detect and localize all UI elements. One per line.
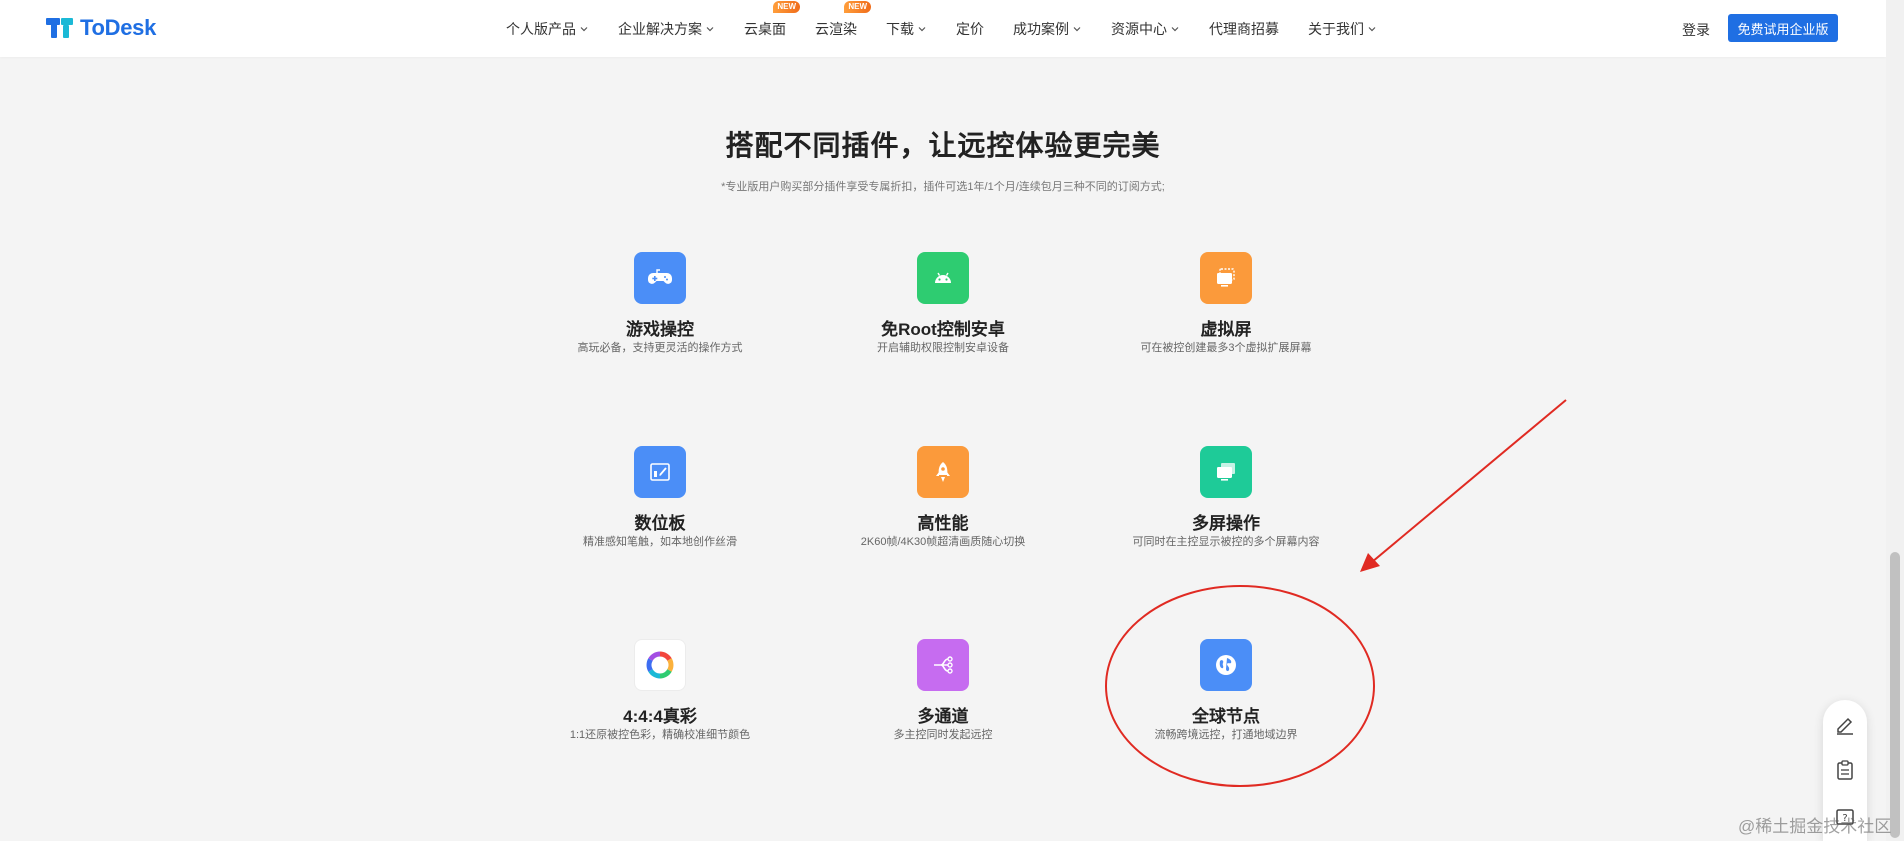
nav-label: 下载 xyxy=(886,20,914,37)
nav-label: 云渲染 xyxy=(815,20,857,37)
plugin-card-multi-screen[interactable]: 多屏操作 可同时在主控显示被控的多个屏幕内容 xyxy=(1086,446,1366,549)
nav-item-download[interactable]: 下载 xyxy=(886,19,927,39)
plugin-card-android-no-root[interactable]: 免Root控制安卓 开启辅助权限控制安卓设备 xyxy=(803,252,1083,355)
nav-label: 代理商招募 xyxy=(1209,20,1279,37)
plugin-icon-box xyxy=(917,252,969,304)
multi-screen-icon xyxy=(1217,463,1235,481)
annotation-arrow-line xyxy=(1371,399,1567,563)
new-badge: NEW xyxy=(844,0,871,13)
plugin-desc: 流畅跨境远控，打通地域边界 xyxy=(1154,729,1298,741)
nav-label: 企业解决方案 xyxy=(618,20,702,37)
plugin-title: 多通道 xyxy=(917,707,969,726)
chevron-down-icon xyxy=(706,26,714,31)
plugin-icon-box xyxy=(1200,252,1252,304)
clipboard-icon[interactable] xyxy=(1833,758,1857,782)
nav-label: 关于我们 xyxy=(1308,20,1364,37)
plugin-title: 高性能 xyxy=(917,514,969,533)
nav-item-agent-recruit[interactable]: 代理商招募 xyxy=(1209,19,1279,39)
gamepad-icon xyxy=(648,269,672,284)
color-wheel-icon xyxy=(646,651,674,679)
nav-item-cloud-render[interactable]: 云渲染 NEW xyxy=(815,0,871,39)
edit-icon[interactable] xyxy=(1833,712,1857,736)
nav-label: 云桌面 xyxy=(744,20,786,37)
page-title: 搭配不同插件，让远控体验更完美 xyxy=(725,130,1161,161)
brand-name: ToDesk xyxy=(80,15,157,40)
nav-item-personal-products[interactable]: 个人版产品 xyxy=(506,19,589,39)
rocket-icon xyxy=(936,462,950,482)
plugin-desc: 可同时在主控显示被控的多个屏幕内容 xyxy=(1132,536,1320,548)
plugin-title: 虚拟屏 xyxy=(1200,320,1252,339)
nav-label: 成功案例 xyxy=(1013,20,1069,37)
plugin-icon-box xyxy=(1200,446,1252,498)
watermark-text: @稀土掘金技术社区 xyxy=(1738,817,1892,836)
plugin-card-multi-channel[interactable]: 多通道 多主控同时发起远控 xyxy=(803,639,1083,742)
plugin-desc: 精准感知笔触，如本地创作丝滑 xyxy=(583,536,737,548)
annotation-arrow-head xyxy=(1360,553,1380,572)
plugin-title: 4:4:4真彩 xyxy=(623,707,697,726)
virtual-screen-icon xyxy=(1217,268,1235,287)
nav-item-about-us[interactable]: 关于我们 xyxy=(1308,19,1377,39)
plugin-card-true-color[interactable]: 4:4:4真彩 1:1还原被控色彩，精确校准细节颜色 xyxy=(520,639,800,742)
login-link[interactable]: 登录 xyxy=(1682,20,1710,40)
chevron-down-icon xyxy=(1073,26,1081,31)
nav-item-resource-center[interactable]: 资源中心 xyxy=(1111,19,1180,39)
plugin-desc: 多主控同时发起远控 xyxy=(893,729,993,741)
plugin-title: 免Root控制安卓 xyxy=(881,320,1005,339)
plugin-card-global-nodes[interactable]: 全球节点 流畅跨境远控，打通地域边界 xyxy=(1086,639,1366,742)
subscription-note: *专业版用户购买部分插件享受专属折扣，插件可选1年/1个月/连续包月三种不同的订… xyxy=(721,181,1165,193)
multi-channel-icon xyxy=(934,656,953,674)
plugin-card-virtual-screen[interactable]: 虚拟屏 可在被控创建最多3个虚拟扩展屏幕 xyxy=(1086,252,1366,355)
new-badge: NEW xyxy=(773,0,800,13)
plugin-title: 游戏操控 xyxy=(626,320,694,339)
nav-label: 资源中心 xyxy=(1111,20,1167,37)
top-header: ToDesk 个人版产品 企业解决方案 云桌面 NEW 云渲染 NEW 下载 定… xyxy=(0,0,1886,57)
nav-item-pricing[interactable]: 定价 xyxy=(956,19,984,39)
nav-label: 定价 xyxy=(956,20,984,37)
plugin-title: 数位板 xyxy=(634,514,686,533)
plugin-card-high-performance[interactable]: 高性能 2K60帧/4K30帧超清画质随心切换 xyxy=(803,446,1083,549)
plugin-icon-box xyxy=(917,446,969,498)
chevron-down-icon xyxy=(918,26,926,31)
chevron-down-icon xyxy=(1171,26,1179,31)
scrollbar-thumb[interactable] xyxy=(1890,552,1900,838)
plugin-title: 多屏操作 xyxy=(1192,514,1260,533)
tablet-icon xyxy=(650,463,670,481)
plugin-card-game-control[interactable]: 游戏操控 高玩必备，支持更灵活的操作方式 xyxy=(520,252,800,355)
chevron-down-icon xyxy=(580,26,588,31)
nav-label: 个人版产品 xyxy=(506,20,576,37)
nav-item-cloud-desktop[interactable]: 云桌面 NEW xyxy=(744,0,800,39)
plugin-desc: 1:1还原被控色彩，精确校准细节颜色 xyxy=(569,729,751,741)
todesk-logo-icon xyxy=(46,18,73,38)
plugin-icon-box xyxy=(634,639,686,691)
plugin-desc: 2K60帧/4K30帧超清画质随心切换 xyxy=(860,536,1026,548)
chevron-down-icon xyxy=(1368,26,1376,31)
plugin-card-drawing-tablet[interactable]: 数位板 精准感知笔触，如本地创作丝滑 xyxy=(520,446,800,549)
plugin-icon-box xyxy=(1200,639,1252,691)
main-nav: 个人版产品 企业解决方案 云桌面 NEW 云渲染 NEW 下载 定价 成功案例 … xyxy=(506,0,1377,57)
plugin-title: 全球节点 xyxy=(1192,707,1260,726)
plugin-icon-box xyxy=(917,639,969,691)
android-icon xyxy=(935,272,951,283)
plugin-icon-box xyxy=(634,252,686,304)
globe-icon xyxy=(1216,655,1236,675)
free-trial-enterprise-button[interactable]: 免费试用企业版 xyxy=(1728,14,1838,42)
nav-item-success-cases[interactable]: 成功案例 xyxy=(1013,19,1082,39)
brand-logo[interactable]: ToDesk xyxy=(46,15,156,41)
page-scrollbar[interactable] xyxy=(1886,0,1904,841)
plugin-desc: 开启辅助权限控制安卓设备 xyxy=(877,342,1009,354)
plugin-desc: 可在被控创建最多3个虚拟扩展屏幕 xyxy=(1140,342,1312,354)
plugin-icon-box xyxy=(634,446,686,498)
plugin-desc: 高玩必备，支持更灵活的操作方式 xyxy=(577,342,743,354)
nav-item-enterprise-solutions[interactable]: 企业解决方案 xyxy=(618,19,715,39)
